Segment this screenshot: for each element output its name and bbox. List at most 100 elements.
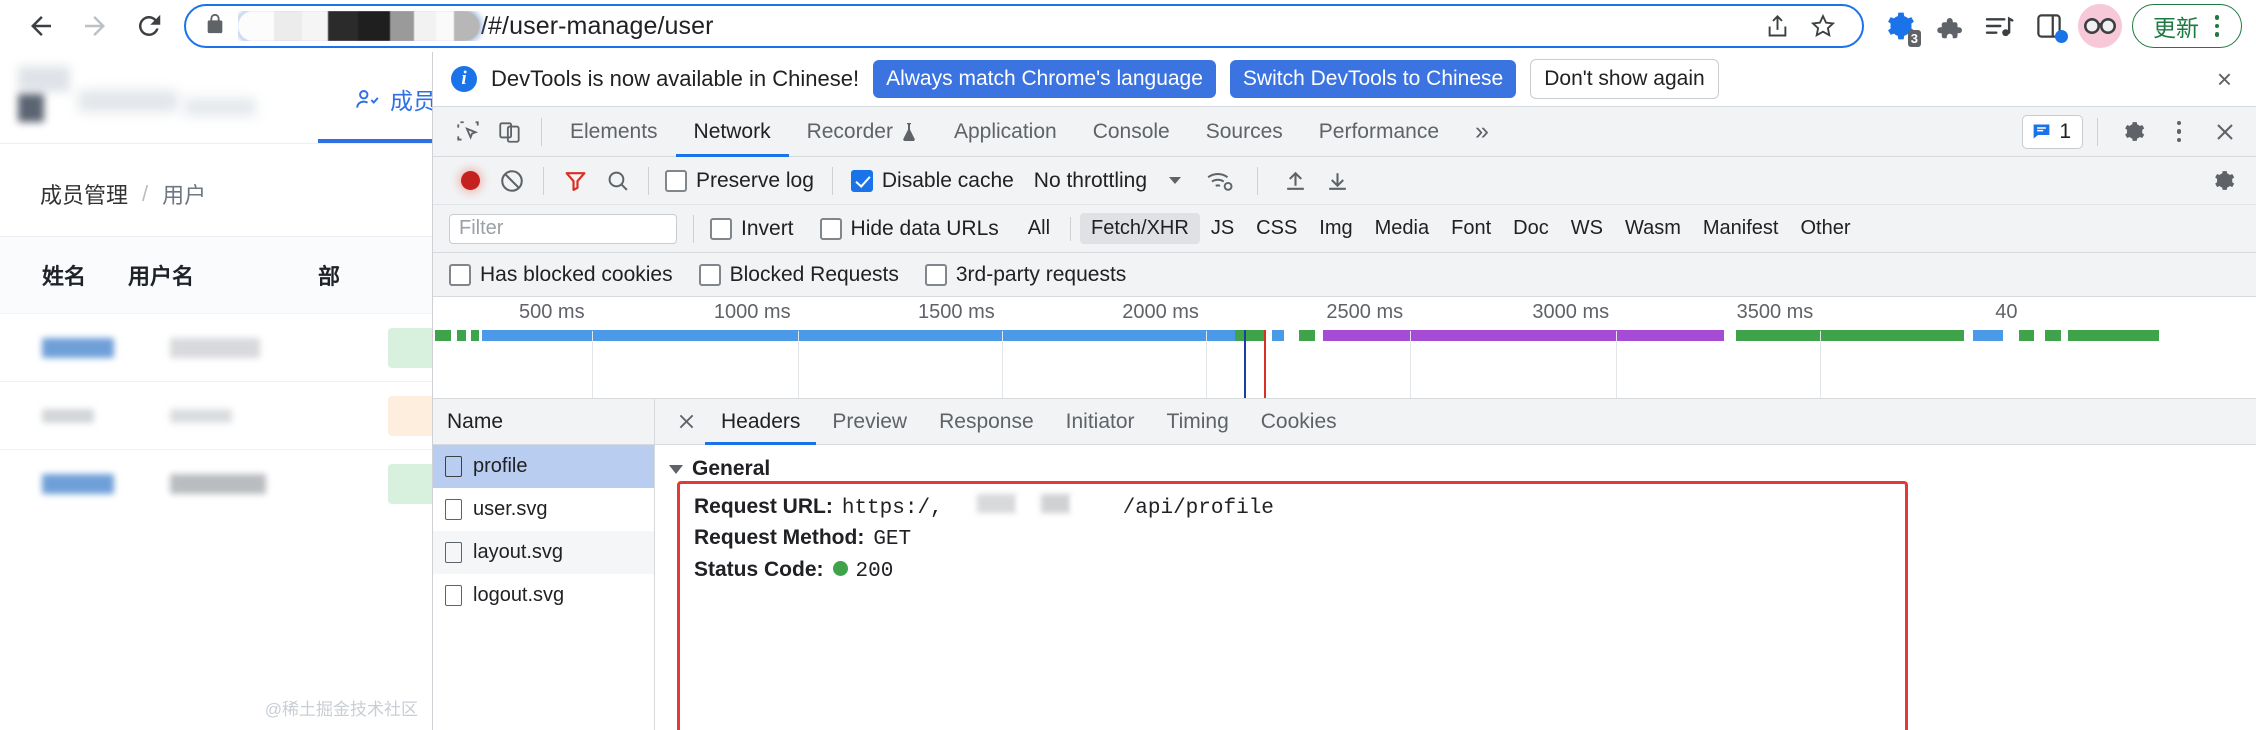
close-devtools-icon[interactable] xyxy=(2204,112,2246,152)
detail-tab-timing[interactable]: Timing xyxy=(1151,399,1245,445)
hide-data-urls-box[interactable] xyxy=(820,218,842,240)
invert-box[interactable] xyxy=(710,218,732,240)
omnibox-url: /#/user-manage/user xyxy=(238,11,1754,41)
type-chip-css[interactable]: CSS xyxy=(1245,213,1308,244)
search-icon[interactable] xyxy=(596,161,638,201)
extensions-puzzle-icon[interactable] xyxy=(1924,1,1974,51)
update-button[interactable]: 更新 xyxy=(2132,4,2242,48)
type-chip-ws[interactable]: WS xyxy=(1560,213,1614,244)
tab-performance[interactable]: Performance xyxy=(1301,107,1457,157)
network-conditions-icon[interactable] xyxy=(1199,161,1241,201)
disable-cache-checkbox[interactable]: Disable cache xyxy=(851,169,1014,193)
hide-data-urls-checkbox[interactable]: Hide data URLs xyxy=(820,217,999,241)
third-party-requests-checkbox[interactable]: 3rd-party requests xyxy=(925,263,1126,287)
has-blocked-cookies-box[interactable] xyxy=(449,264,471,286)
tab-label: Network xyxy=(694,120,771,144)
share-icon[interactable] xyxy=(1754,4,1800,48)
close-detail-icon[interactable] xyxy=(667,402,705,442)
request-row-layout-svg[interactable]: layout.svg xyxy=(433,531,654,574)
more-tabs-chevron-icon[interactable]: » xyxy=(1457,107,1507,157)
close-banner-icon[interactable]: × xyxy=(2207,64,2242,95)
timeline-bar xyxy=(1272,330,1285,341)
type-chip-fetch-xhr[interactable]: Fetch/XHR xyxy=(1080,213,1200,244)
side-panel-icon[interactable] xyxy=(2024,1,2074,51)
throttling-select[interactable]: No throttling xyxy=(1034,169,1147,193)
request-url-suffix: /api/profile xyxy=(1123,497,1274,520)
detail-tab-cookies[interactable]: Cookies xyxy=(1245,399,1353,445)
type-chip-other[interactable]: Other xyxy=(1789,213,1861,244)
chevron-down-icon[interactable] xyxy=(1169,177,1181,184)
timeline-gridline xyxy=(798,331,799,398)
blocked-requests-checkbox[interactable]: Blocked Requests xyxy=(699,263,899,287)
file-icon xyxy=(445,585,462,606)
avatar[interactable] xyxy=(2078,4,2122,48)
disable-cache-box[interactable] xyxy=(851,170,873,192)
devtools-more-menu-icon[interactable] xyxy=(2158,112,2200,152)
request-row-profile[interactable]: profile xyxy=(433,445,654,488)
forward-button[interactable] xyxy=(68,2,122,50)
filter-input[interactable]: Filter xyxy=(449,214,677,244)
detail-tab-headers[interactable]: Headers xyxy=(705,399,816,445)
detail-tab-preview[interactable]: Preview xyxy=(816,399,923,445)
back-button[interactable] xyxy=(14,2,68,50)
network-overview-timeline[interactable]: 500 ms1000 ms1500 ms2000 ms2500 ms3000 m… xyxy=(433,297,2256,399)
clear-requests-icon[interactable] xyxy=(491,161,533,201)
preserve-log-box[interactable] xyxy=(665,170,687,192)
request-list-header[interactable]: Name xyxy=(433,399,654,445)
tab-label: Elements xyxy=(570,120,658,144)
has-blocked-cookies-checkbox[interactable]: Has blocked cookies xyxy=(449,263,673,287)
switch-devtools-language-button[interactable]: Switch DevTools to Chinese xyxy=(1230,60,1516,98)
media-playlist-icon[interactable] xyxy=(1974,1,2024,51)
omnibox[interactable]: /#/user-manage/user xyxy=(184,4,1864,48)
request-row-logout-svg[interactable]: logout.svg xyxy=(433,574,654,617)
settings-gear-icon[interactable] xyxy=(2112,112,2154,152)
network-settings-gear-icon[interactable] xyxy=(2202,161,2244,201)
third-party-requests-box[interactable] xyxy=(925,264,947,286)
table-row[interactable] xyxy=(0,313,432,381)
type-chip-img[interactable]: Img xyxy=(1308,213,1363,244)
export-har-icon[interactable] xyxy=(1316,161,1358,201)
detail-tab-response[interactable]: Response xyxy=(923,399,1050,445)
timeline-gridline xyxy=(1820,331,1821,398)
always-match-language-button[interactable]: Always match Chrome's language xyxy=(873,60,1216,98)
dont-show-again-button[interactable]: Don't show again xyxy=(1530,59,1718,99)
record-button[interactable] xyxy=(449,161,491,201)
blocked-requests-box[interactable] xyxy=(699,264,721,286)
import-har-icon[interactable] xyxy=(1274,161,1316,201)
detail-tab-initiator[interactable]: Initiator xyxy=(1050,399,1151,445)
tab-elements[interactable]: Elements xyxy=(552,107,676,157)
bookmark-star-icon[interactable] xyxy=(1800,4,1846,48)
type-chip-all[interactable]: All xyxy=(1017,213,1061,244)
tab-application[interactable]: Application xyxy=(936,107,1075,157)
tab-sources[interactable]: Sources xyxy=(1188,107,1301,157)
type-chip-media[interactable]: Media xyxy=(1364,213,1440,244)
type-chip-doc[interactable]: Doc xyxy=(1502,213,1560,244)
extension-gear-icon[interactable]: 3 xyxy=(1874,1,1924,51)
lock-icon xyxy=(204,12,226,41)
type-chip-manifest[interactable]: Manifest xyxy=(1692,213,1790,244)
type-chip-font[interactable]: Font xyxy=(1440,213,1502,244)
breadcrumb-root[interactable]: 成员管理 xyxy=(40,178,128,210)
toolbar-divider xyxy=(543,167,544,195)
device-toolbar-icon[interactable] xyxy=(489,112,531,152)
chrome-menu-icon[interactable] xyxy=(2203,15,2231,37)
table-row[interactable] xyxy=(0,449,432,517)
request-row-user-svg[interactable]: user.svg xyxy=(433,488,654,531)
preserve-log-checkbox[interactable]: Preserve log xyxy=(665,169,814,193)
browser-window: /#/user-manage/user 3 更新 xyxy=(0,0,2256,730)
tab-network[interactable]: Network xyxy=(676,107,789,157)
extension-badge-count: 3 xyxy=(1908,30,1921,47)
nav-tab-member-management[interactable]: 成员管理 xyxy=(354,82,432,116)
invert-checkbox[interactable]: Invert xyxy=(710,217,794,241)
type-chip-wasm[interactable]: Wasm xyxy=(1614,213,1692,244)
inspect-element-icon[interactable] xyxy=(447,112,489,152)
issues-counter[interactable]: 1 xyxy=(2022,115,2083,149)
tab-console[interactable]: Console xyxy=(1075,107,1188,157)
type-chip-js[interactable]: JS xyxy=(1200,213,1245,244)
filter-funnel-icon[interactable] xyxy=(554,161,596,201)
table-row[interactable] xyxy=(0,381,432,449)
tab-recorder[interactable]: Recorder xyxy=(789,107,936,157)
reload-button[interactable] xyxy=(122,2,176,50)
request-name: layout.svg xyxy=(473,541,563,564)
filter-input-placeholder: Filter xyxy=(459,217,503,240)
